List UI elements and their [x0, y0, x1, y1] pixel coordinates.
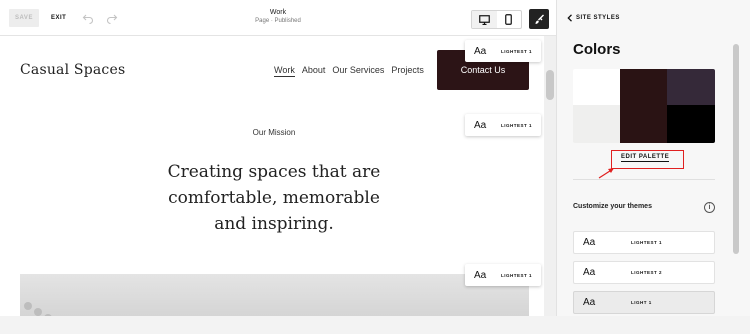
- chip-aa: Aa: [474, 119, 487, 131]
- section-theme-chip[interactable]: Aa LIGHTEST 1: [465, 40, 541, 62]
- nav-link-our-services[interactable]: Our Services: [332, 65, 384, 77]
- panel-scrollbar[interactable]: [732, 34, 740, 316]
- nav-link-projects[interactable]: Projects: [391, 65, 424, 77]
- mobile-view-button[interactable]: [497, 11, 522, 28]
- chip-aa: Aa: [474, 45, 487, 57]
- site-brand[interactable]: Casual Spaces: [20, 62, 125, 78]
- back-button[interactable]: SITE STYLES: [567, 14, 620, 22]
- theme-aa: Aa: [583, 297, 596, 308]
- divider: [573, 179, 715, 180]
- site-nav: Work About Our Services Projects: [274, 65, 424, 77]
- panel-title: Colors: [573, 41, 621, 58]
- chip-theme-label: LIGHTEST 1: [501, 272, 533, 278]
- theme-label: LIGHTEST 1: [631, 240, 663, 245]
- chip-theme-label: LIGHTEST 1: [501, 48, 533, 54]
- info-icon[interactable]: i: [704, 202, 715, 213]
- headline-text: Creating spaces that are comfortable, me…: [167, 162, 381, 234]
- site-editor: SAVE EXIT Work Page · Published Casual S…: [0, 0, 750, 334]
- preview-scroll-thumb[interactable]: [546, 70, 554, 100]
- customize-themes-heading: Customize your themes: [573, 203, 652, 210]
- edit-palette-button[interactable]: EDIT PALETTE: [621, 154, 670, 162]
- site-styles-panel: SITE STYLES Colors EDIT PALETTE Customiz…: [556, 0, 750, 316]
- paintbrush-icon: [535, 14, 544, 24]
- desktop-icon: [478, 14, 490, 25]
- site-styles-button[interactable]: [529, 9, 549, 29]
- chip-aa: Aa: [474, 269, 487, 281]
- palette-swatch-3[interactable]: [620, 69, 667, 143]
- back-label: SITE STYLES: [576, 15, 620, 21]
- editor-toolbar: SAVE EXIT Work Page · Published: [0, 0, 556, 36]
- theme-aa: Aa: [583, 267, 596, 278]
- palette-swatch-5[interactable]: [667, 105, 715, 143]
- palette-swatch-2[interactable]: [573, 105, 620, 143]
- theme-item-light-1[interactable]: Aa LIGHT 1: [573, 291, 715, 314]
- preview-scrollbar[interactable]: [544, 36, 556, 316]
- palette-swatch-4[interactable]: [667, 69, 715, 105]
- theme-aa: Aa: [583, 237, 596, 248]
- chip-theme-label: LIGHTEST 1: [501, 122, 533, 128]
- nav-link-about[interactable]: About: [302, 65, 326, 77]
- theme-label: LIGHTEST 2: [631, 270, 663, 275]
- image-detail: [24, 302, 32, 310]
- image-detail: [34, 308, 42, 316]
- image-detail: [44, 314, 52, 316]
- device-toggle: [471, 10, 522, 29]
- mobile-icon: [505, 14, 513, 25]
- theme-label: LIGHT 1: [631, 300, 652, 305]
- hero-image: [20, 274, 529, 316]
- section-theme-chip[interactable]: Aa LIGHTEST 1: [465, 264, 541, 286]
- color-palette[interactable]: [573, 69, 715, 143]
- palette-swatch-1[interactable]: [573, 69, 620, 105]
- desktop-view-button[interactable]: [472, 11, 497, 28]
- section-label: Our Mission: [252, 128, 296, 137]
- headline: Creating spaces that are comfortable, me…: [0, 159, 544, 237]
- theme-item-lightest-1[interactable]: Aa LIGHTEST 1: [573, 231, 715, 254]
- site-preview[interactable]: Casual Spaces Work About Our Services Pr…: [0, 36, 544, 316]
- section-theme-chip[interactable]: Aa LIGHTEST 1: [465, 114, 541, 136]
- nav-link-work[interactable]: Work: [274, 65, 295, 77]
- panel-scroll-thumb[interactable]: [733, 44, 739, 254]
- theme-item-lightest-2[interactable]: Aa LIGHTEST 2: [573, 261, 715, 284]
- chevron-left-icon: [567, 14, 572, 22]
